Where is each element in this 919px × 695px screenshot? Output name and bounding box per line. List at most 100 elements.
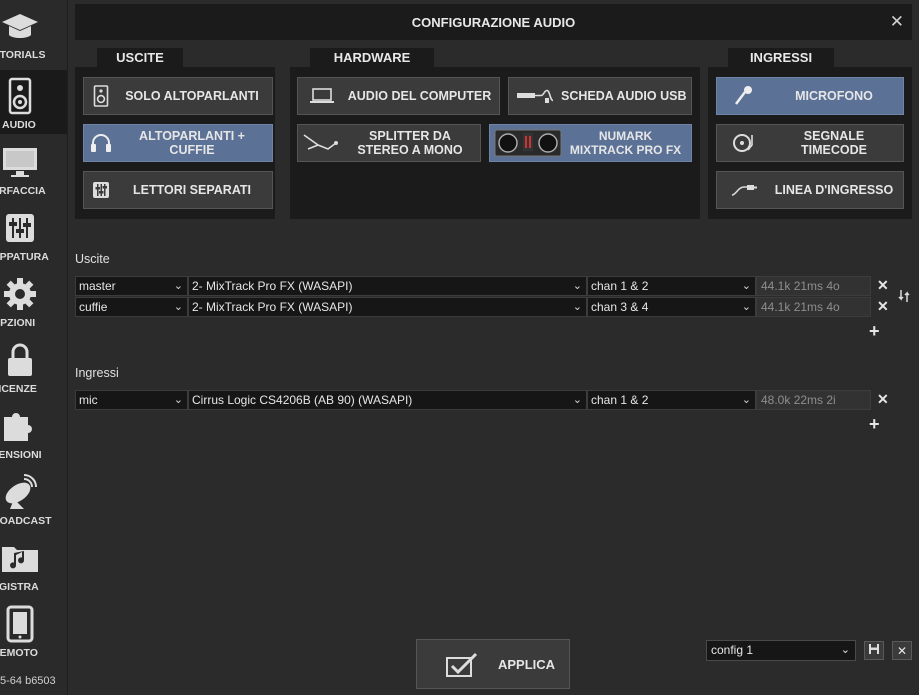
select-value: chan 1 & 2 xyxy=(591,393,649,407)
turntable-icon xyxy=(717,125,771,161)
scheda-audio-usb-button[interactable]: SCHEDA AUDIO USB xyxy=(508,77,692,115)
add-output-icon[interactable]: + xyxy=(869,321,880,342)
button-label: SCHEDA AUDIO USB xyxy=(561,89,687,103)
sidebar-item-licenze[interactable]: LICENZE xyxy=(0,334,67,398)
output-row-cuffie: cuffie ⌄ 2- MixTrack Pro FX (WASAPI) ⌄ cha… xyxy=(75,297,919,317)
output-name-select[interactable]: master ⌄ xyxy=(75,276,188,296)
group-hardware: HARDWARE AUDIO DEL COMPUTER SCHEDA AUDIO… xyxy=(290,48,700,219)
close-icon: ✕ xyxy=(896,643,908,658)
sidebar-item-audio[interactable]: AUDIO xyxy=(0,70,67,134)
group-title-uscite: USCITE xyxy=(97,48,183,68)
chevron-down-icon: ⌄ xyxy=(741,280,751,292)
output-channel-select[interactable]: chan 1 & 2 ⌄ xyxy=(587,276,756,296)
inputs-label: Ingressi xyxy=(75,366,119,380)
sidebar-item-label: OPZIONI xyxy=(0,317,36,329)
sidebar-item-label: LICENZE xyxy=(0,383,37,395)
tablet-icon xyxy=(0,604,40,644)
remove-row-icon[interactable]: ✕ xyxy=(877,277,889,294)
audio-jack-icon xyxy=(717,172,771,208)
splitter-stereo-mono-button[interactable]: SPLITTER DA STEREO A MONO xyxy=(297,124,481,162)
splitter-cable-icon xyxy=(298,125,346,161)
sidebar-item-opzioni[interactable]: OPZIONI xyxy=(0,268,67,332)
select-value: cuffie xyxy=(79,300,108,314)
sidebar-item-registra[interactable]: EGISTRA xyxy=(0,532,67,596)
dialog-titlebar: CONFIGURAZIONE AUDIO ✕ xyxy=(75,4,912,40)
remove-row-icon[interactable]: ✕ xyxy=(877,391,889,408)
output-device-select[interactable]: 2- MixTrack Pro FX (WASAPI) ⌄ xyxy=(188,297,587,317)
button-label: SOLO ALTOPARLANTI xyxy=(125,89,259,103)
chevron-down-icon: ⌄ xyxy=(741,394,751,406)
remove-row-icon[interactable]: ✕ xyxy=(877,298,889,315)
button-label: LETTORI SEPARATI xyxy=(132,183,252,197)
sidebar: UTORIALS AUDIO ERFACCIA APPATURA OPZIONI… xyxy=(0,0,68,695)
speaker-icon xyxy=(84,78,118,114)
group-title-ingressi: INGRESSI xyxy=(728,48,834,68)
select-value: config 1 xyxy=(711,643,754,657)
puzzle-icon xyxy=(0,406,40,446)
input-channel-select[interactable]: chan 1 & 2 ⌄ xyxy=(587,390,756,410)
audio-config-panel: CONFIGURAZIONE AUDIO ✕ USCITE SOLO ALTOP… xyxy=(68,0,919,695)
music-folder-icon xyxy=(0,538,40,578)
apply-label: APPLICA xyxy=(498,657,556,672)
select-value: 2- MixTrack Pro FX (WASAPI) xyxy=(192,279,353,293)
apply-button[interactable]: APPLICA xyxy=(416,639,570,689)
input-row-mic: mic ⌄ Cirrus Logic CS4206B (AB 90) (WASAP… xyxy=(75,390,919,410)
output-info: 44.1k 21ms 4o xyxy=(756,297,871,317)
chevron-down-icon: ⌄ xyxy=(572,394,582,406)
delete-config-button[interactable]: ✕ xyxy=(892,641,912,660)
sidebar-item-estensioni[interactable]: TENSIONI xyxy=(0,400,67,464)
chevron-down-icon: ⌄ xyxy=(173,394,183,406)
button-label: LINEA D'INGRESSO xyxy=(774,183,894,197)
output-name-select[interactable]: cuffie ⌄ xyxy=(75,297,188,317)
microfono-button[interactable]: MICROFONO xyxy=(716,77,904,115)
outputs-label: Uscite xyxy=(75,252,110,266)
chevron-down-icon: ⌄ xyxy=(572,301,582,313)
lock-icon xyxy=(0,340,40,380)
config-select[interactable]: config 1 ⌄ xyxy=(706,640,856,661)
sidebar-item-remoto[interactable]: REMOTO xyxy=(0,598,67,662)
sidebar-item-label: EGISTRA xyxy=(0,581,39,593)
button-label: AUDIO DEL COMPUTER xyxy=(347,89,492,103)
button-label: SEGNALE TIMECODE xyxy=(801,129,867,157)
sidebar-item-label: AUDIO xyxy=(2,119,36,131)
graduation-cap-icon xyxy=(0,6,40,46)
save-config-button[interactable] xyxy=(864,641,884,660)
usb-cable-icon xyxy=(509,78,561,114)
group-ingressi: INGRESSI MICROFONO SEGNALE TIMECODE LINE… xyxy=(708,48,912,219)
checkbox-check-icon xyxy=(445,652,479,683)
sidebar-item-label: ERFACCIA xyxy=(0,185,46,197)
sidebar-item-tutorials[interactable]: UTORIALS xyxy=(0,0,67,64)
sidebar-item-broadcast[interactable]: ROADCAST xyxy=(0,466,67,530)
monitor-icon xyxy=(0,142,40,182)
audio-del-computer-button[interactable]: AUDIO DEL COMPUTER xyxy=(297,77,500,115)
dj-controller-icon xyxy=(490,125,566,161)
altoparlanti-cuffie-button[interactable]: ALTOPARLANTI + CUFFIE xyxy=(83,124,273,162)
select-value: chan 3 & 4 xyxy=(591,300,649,314)
button-label: SPLITTER DA STEREO A MONO xyxy=(357,129,463,157)
sliders-icon xyxy=(84,172,118,208)
select-value: Cirrus Logic CS4206B (AB 90) (WASAPI) xyxy=(192,393,413,407)
microphone-icon xyxy=(717,78,771,114)
sidebar-item-label: UTORIALS xyxy=(0,49,46,61)
select-value: chan 1 & 2 xyxy=(591,279,649,293)
swap-rows-icon[interactable] xyxy=(898,289,910,308)
floppy-disk-icon xyxy=(868,643,880,658)
add-input-icon[interactable]: + xyxy=(869,414,880,435)
sidebar-item-interfaccia[interactable]: ERFACCIA xyxy=(0,136,67,200)
group-title-hardware: HARDWARE xyxy=(310,48,434,68)
output-device-select[interactable]: 2- MixTrack Pro FX (WASAPI) ⌄ xyxy=(188,276,587,296)
linea-ingresso-button[interactable]: LINEA D'INGRESSO xyxy=(716,171,904,209)
output-channel-select[interactable]: chan 3 & 4 ⌄ xyxy=(587,297,756,317)
numark-mixtrack-button[interactable]: NUMARK MIXTRACK PRO FX xyxy=(489,124,692,162)
input-name-select[interactable]: mic ⌄ xyxy=(75,390,188,410)
sidebar-item-label: REMOTO xyxy=(0,647,38,659)
version-label: 5-64 b6503 xyxy=(0,675,56,687)
input-device-select[interactable]: Cirrus Logic CS4206B (AB 90) (WASAPI) ⌄ xyxy=(188,390,587,410)
speaker-icon xyxy=(0,76,40,116)
close-icon[interactable]: ✕ xyxy=(890,12,904,32)
button-label: NUMARK MIXTRACK PRO FX xyxy=(569,129,682,157)
sidebar-item-mappatura[interactable]: APPATURA xyxy=(0,202,67,266)
solo-altoparlanti-button[interactable]: SOLO ALTOPARLANTI xyxy=(83,77,273,115)
lettori-separati-button[interactable]: LETTORI SEPARATI xyxy=(83,171,273,209)
segnale-timecode-button[interactable]: SEGNALE TIMECODE xyxy=(716,124,904,162)
